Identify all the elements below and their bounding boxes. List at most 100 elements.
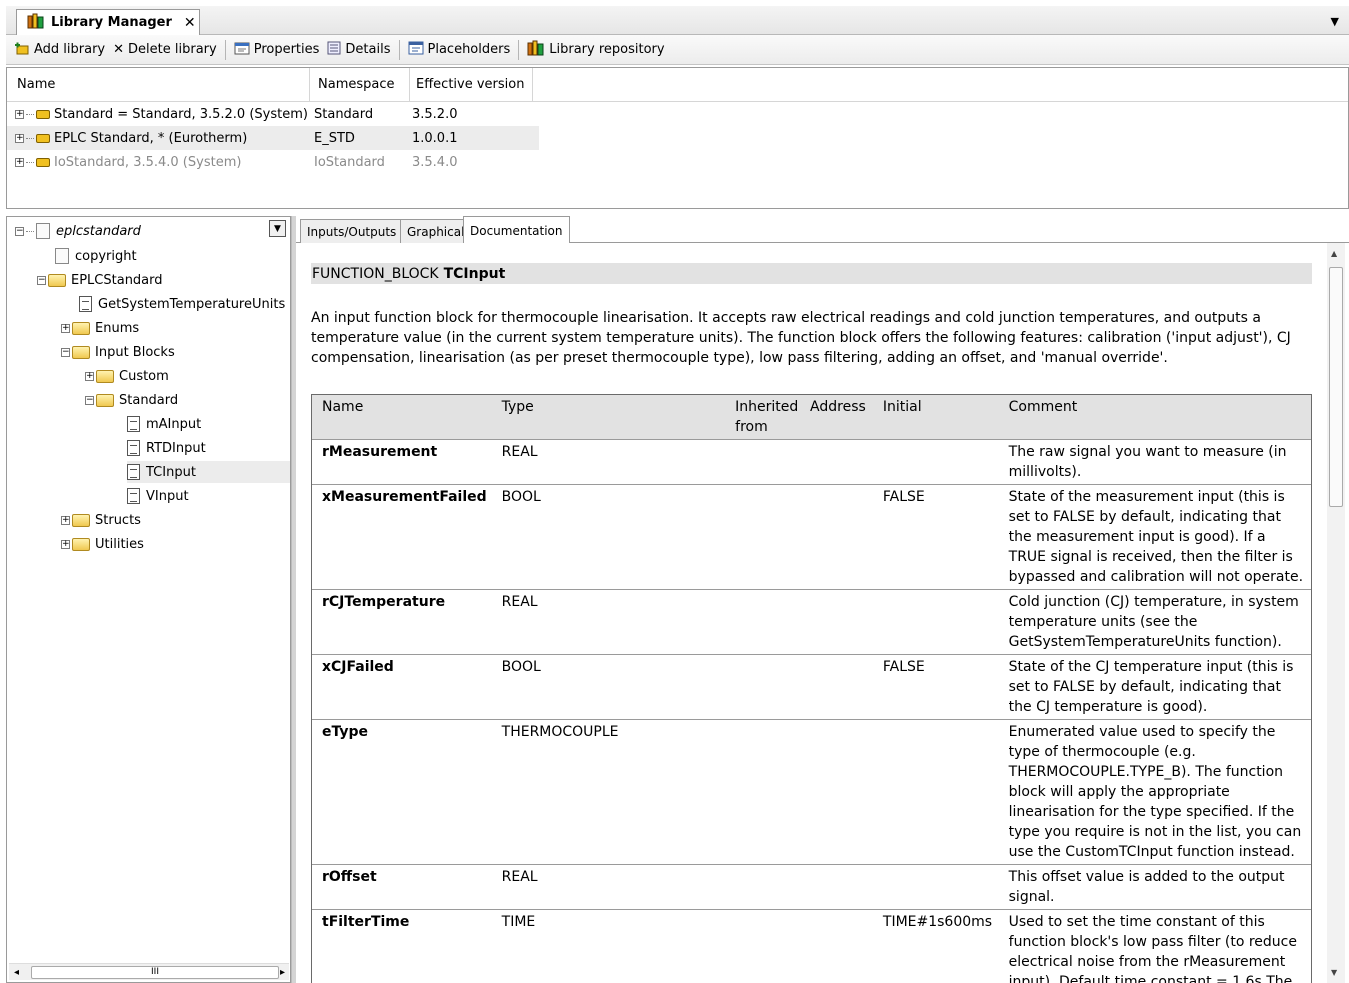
param-initial (877, 590, 1001, 654)
tree-dropdown-icon[interactable]: ▼ (269, 220, 286, 237)
param-address (804, 720, 877, 864)
header-inherited-from: Inherited from (735, 399, 799, 435)
tree-item-custom[interactable]: + Custom (85, 365, 169, 387)
table-row: xMeasurementFailed BOOL FALSE State of t… (312, 484, 1311, 589)
add-library-button[interactable]: Add library (10, 38, 109, 62)
table-row: rCJTemperature REAL Cold junction (CJ) t… (312, 589, 1311, 654)
scroll-left-icon[interactable]: ◂ (14, 967, 19, 978)
pou-name: TCInput (443, 265, 506, 282)
scroll-down-icon[interactable]: ▼ (1331, 968, 1337, 977)
header-initial: Initial (882, 399, 922, 415)
library-namespace: Standard (314, 106, 374, 122)
tree-item-mainput[interactable]: mAInput (127, 413, 201, 435)
scroll-up-icon[interactable]: ▲ (1331, 249, 1337, 258)
expand-icon[interactable]: + (61, 323, 70, 333)
details-button[interactable]: Details (323, 38, 394, 62)
doc-tab-bar: Inputs/Outputs Graphical Documentation (296, 216, 1349, 244)
tab-graphical[interactable]: Graphical (400, 219, 472, 243)
parameter-table: Name Type Inherited from Address Initial… (311, 394, 1312, 983)
expand-icon[interactable]: + (85, 371, 94, 381)
tree-horizontal-scrollbar[interactable]: ◂ III ▸ (9, 963, 289, 980)
pou-kind: FUNCTION_BLOCK (312, 265, 439, 282)
toolbar: Add library ✕ Delete library Properties … (6, 35, 1349, 65)
pou-icon (127, 488, 140, 504)
delete-library-button[interactable]: ✕ Delete library (109, 38, 221, 62)
tree-item-copyright[interactable]: copyright (55, 245, 137, 267)
column-header-effective-version[interactable]: Effective version (410, 68, 533, 101)
param-comment: Cold junction (CJ) temperature, in syste… (1008, 594, 1299, 650)
collapse-icon[interactable]: − (85, 395, 94, 405)
param-type: REAL (501, 444, 538, 460)
tab-inputs-outputs[interactable]: Inputs/Outputs (300, 219, 404, 243)
tab-documentation[interactable]: Documentation (463, 216, 570, 244)
library-repository-button[interactable]: Library repository (523, 38, 668, 62)
param-initial (877, 865, 1001, 909)
tab-library-manager[interactable]: Library Manager ✕ (16, 9, 200, 35)
tree-item-rtdinput[interactable]: RTDInput (127, 437, 206, 459)
collapse-icon[interactable]: − (15, 226, 24, 236)
properties-button[interactable]: Properties (230, 38, 324, 62)
param-type: BOOL (501, 659, 541, 675)
tree-item-input-blocks[interactable]: − Input Blocks (61, 341, 175, 363)
scrollbar-thumb[interactable] (1329, 267, 1343, 507)
param-name: tFilterTime (322, 914, 410, 930)
library-name: Standard = Standard, 3.5.2.0 (System) (54, 106, 308, 122)
column-header-name[interactable]: Name (7, 68, 310, 101)
param-comment: Enumerated value used to specify the typ… (1008, 724, 1302, 860)
param-type: TIME (501, 914, 536, 930)
library-version: 1.0.0.1 (412, 130, 458, 146)
table-row: tFilterTime TIME TIME#1s600ms Used to se… (312, 909, 1311, 983)
param-address (804, 485, 877, 589)
table-row: eType THERMOCOUPLE Enumerated value used… (312, 719, 1311, 864)
tree-item-label: EPLCStandard (71, 272, 163, 288)
expand-icon[interactable]: + (15, 133, 24, 143)
tree-item-utilities[interactable]: + Utilities (61, 533, 144, 555)
scroll-right-icon[interactable]: ▸ (280, 967, 285, 978)
tree-item-enums[interactable]: + Enums (61, 317, 139, 339)
param-inherited (725, 720, 804, 864)
library-icon (36, 109, 50, 119)
toolbar-separator (518, 39, 520, 60)
tree-root[interactable]: − eplcstandard (7, 219, 290, 243)
library-row[interactable]: + Standard = Standard, 3.5.2.0 (System) S… (7, 102, 1348, 126)
expand-icon[interactable]: + (15, 109, 24, 119)
collapse-icon[interactable]: − (61, 347, 70, 357)
tree-item-getsystemtemperatureunits[interactable]: GetSystemTemperatureUnits (79, 293, 285, 315)
page-icon (55, 248, 69, 264)
library-row[interactable]: + IoStandard, 3.5.4.0 (System) IoStandard… (7, 150, 1348, 174)
param-inherited (725, 910, 804, 983)
library-icon (36, 157, 50, 167)
param-comment: Used to set the time constant of this fu… (1008, 914, 1297, 983)
documentation-view: FUNCTION_BLOCK TCInput An input function … (296, 243, 1327, 983)
tree-item-structs[interactable]: + Structs (61, 509, 141, 531)
tree-item-eplcstandard[interactable]: − EPLCStandard (37, 269, 163, 291)
scrollbar-thumb[interactable]: III (31, 966, 279, 979)
tree-item-tcinput[interactable]: TCInput (127, 461, 290, 483)
expand-icon[interactable]: + (61, 539, 70, 549)
delete-icon: ✕ (113, 42, 125, 57)
header-comment: Comment (1008, 399, 1078, 415)
expand-icon[interactable]: + (61, 515, 70, 525)
library-row-selected[interactable]: + EPLC Standard, * (Eurotherm) E_STD 1.0.… (7, 126, 539, 150)
collapse-icon[interactable]: − (37, 275, 46, 285)
column-header-namespace[interactable]: Namespace (310, 68, 410, 101)
folder-icon (72, 513, 90, 527)
documentation-vertical-scrollbar[interactable]: ▲ ▼ (1327, 243, 1345, 983)
expand-icon[interactable]: + (15, 157, 24, 167)
param-initial: FALSE (882, 659, 925, 675)
properties-label: Properties (253, 42, 320, 57)
placeholders-label: Placeholders (427, 42, 511, 57)
library-version: 3.5.4.0 (412, 154, 458, 170)
tree-item-vinput[interactable]: VInput (127, 485, 189, 507)
tree-item-label: Input Blocks (95, 344, 175, 360)
param-name: rMeasurement (322, 444, 438, 460)
close-icon[interactable]: ✕ (184, 15, 196, 31)
library-namespace: E_STD (314, 130, 355, 146)
placeholders-button[interactable]: Placeholders (404, 38, 515, 62)
library-manager-icon (27, 13, 45, 33)
tree-item-standard[interactable]: − Standard (85, 389, 178, 411)
library-version: 3.5.2.0 (412, 106, 458, 122)
tree-item-label: Structs (95, 512, 141, 528)
tree-item-label: TCInput (146, 464, 196, 480)
tab-list-dropdown-icon[interactable]: ▼ (1331, 15, 1339, 28)
